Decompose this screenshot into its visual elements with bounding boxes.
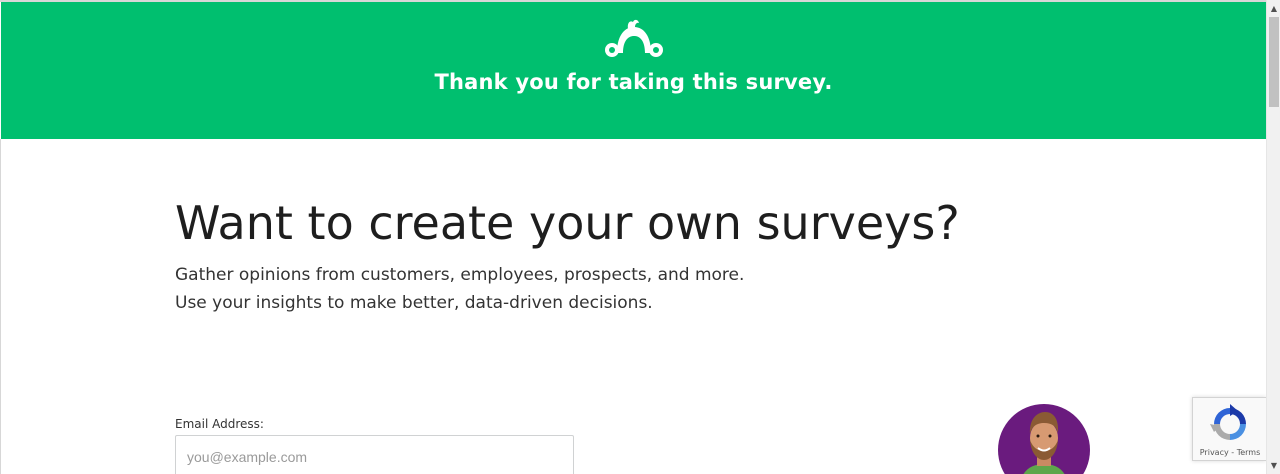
page: Thank you for taking this survey. Want t… — [0, 0, 1280, 474]
scroll-up-icon[interactable]: ▲ — [1267, 2, 1280, 16]
surveymonkey-logo-icon — [605, 19, 663, 57]
recaptcha-links[interactable]: Privacy - Terms — [1193, 448, 1267, 457]
promo-line: Gather opinions from customers, employee… — [175, 265, 745, 285]
recaptcha-badge[interactable]: Privacy - Terms — [1192, 397, 1266, 461]
scroll-down-icon[interactable]: ▼ — [1267, 459, 1280, 473]
email-field[interactable] — [175, 435, 574, 474]
promo-line: Use your insights to make better, data-d… — [175, 293, 653, 313]
promo-headline: Want to create your own surveys? — [175, 196, 960, 250]
recaptcha-icon — [1210, 404, 1246, 440]
left-edge — [0, 139, 1, 474]
banner-title: Thank you for taking this survey. — [434, 70, 833, 94]
thank-you-banner: Thank you for taking this survey. — [1, 2, 1266, 139]
email-label: Email Address: — [175, 417, 264, 431]
person-avatar-icon — [998, 404, 1090, 474]
vertical-scrollbar[interactable]: ▲ ▼ — [1266, 0, 1280, 474]
scroll-thumb[interactable] — [1269, 17, 1279, 107]
